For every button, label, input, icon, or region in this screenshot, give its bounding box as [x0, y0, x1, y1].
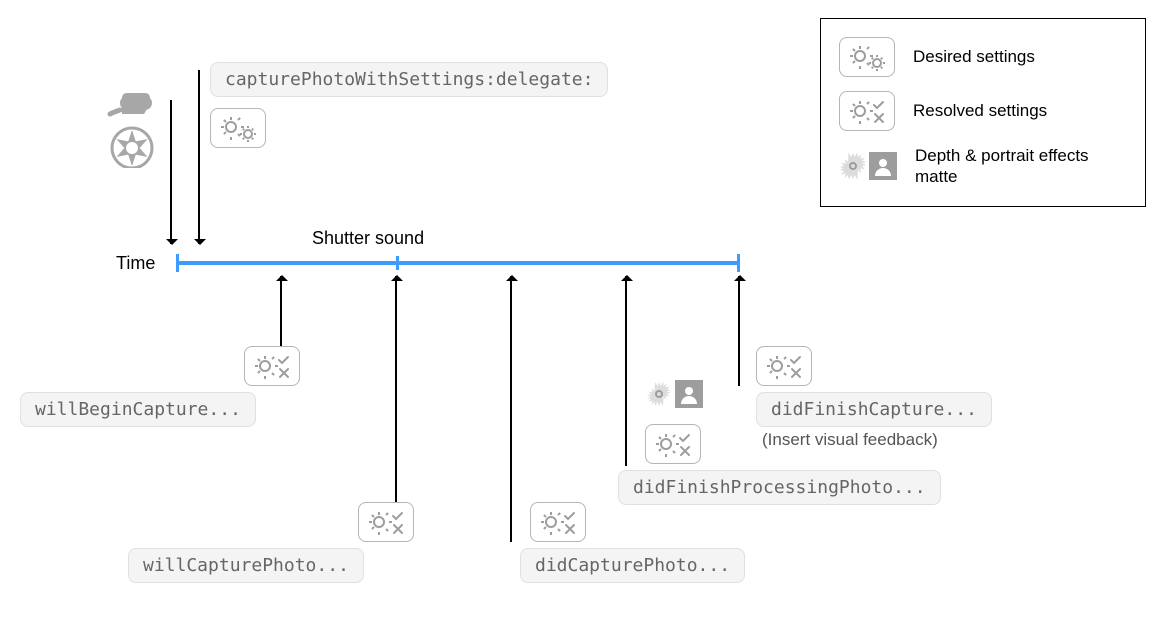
legend-row-resolved: Resolved settings: [839, 91, 1121, 131]
desired-gear-icon: [839, 37, 895, 77]
visual-feedback-note: (Insert visual feedback): [762, 430, 938, 450]
legend-resolved-label: Resolved settings: [913, 100, 1047, 121]
arrow-didCapture: [510, 276, 512, 542]
resolved-icon-willBegin: [244, 346, 300, 386]
capture-delegate-diagram: Desired settings Resolved settings: [0, 0, 1164, 620]
resolved-icon-didFinishCapture: [756, 346, 812, 386]
arrow-method-to-timeline: [198, 70, 200, 244]
arrow-didFinishProcessing: [625, 276, 627, 466]
desired-settings-icon: [210, 108, 266, 148]
depth-gear-icon: [839, 152, 897, 180]
legend-row-depth: Depth & portrait effects matte: [839, 145, 1121, 188]
time-axis-label: Time: [116, 253, 155, 274]
resolved-icon-didCapture: [530, 502, 586, 542]
legend: Desired settings Resolved settings: [820, 18, 1146, 207]
method-didCapturePhoto: didCapturePhoto...: [520, 548, 745, 583]
method-willBeginCapture: willBeginCapture...: [20, 392, 256, 427]
method-didFinishProcessingPhoto: didFinishProcessingPhoto...: [618, 470, 941, 505]
legend-row-desired: Desired settings: [839, 37, 1121, 77]
resolved-icon-didFinishProcessing: [645, 424, 701, 464]
portrait-icon-inline: [675, 380, 703, 408]
shutter-sound-label: Shutter sound: [312, 228, 424, 249]
tap-shutter-icon: [102, 92, 166, 173]
resolved-icon-willCapture: [358, 502, 414, 542]
resolved-gear-icon: [839, 91, 895, 131]
legend-depth-label: Depth & portrait effects matte: [915, 145, 1121, 188]
arrow-tap-to-timeline: [170, 100, 172, 244]
arrow-didFinishCapture: [738, 276, 740, 386]
timeline-tick-shutter: [396, 256, 399, 270]
method-capturePhotoWithSettings: capturePhotoWithSettings:delegate:: [210, 62, 608, 97]
portrait-icon: [869, 152, 897, 180]
legend-desired-label: Desired settings: [913, 46, 1035, 67]
method-didFinishCapture: didFinishCapture...: [756, 392, 992, 427]
timeline: [176, 261, 740, 265]
method-willCapturePhoto: willCapturePhoto...: [128, 548, 364, 583]
depth-icon-didFinishProcessing: [645, 380, 703, 408]
top-method-label: capturePhotoWithSettings:delegate:: [210, 62, 608, 97]
